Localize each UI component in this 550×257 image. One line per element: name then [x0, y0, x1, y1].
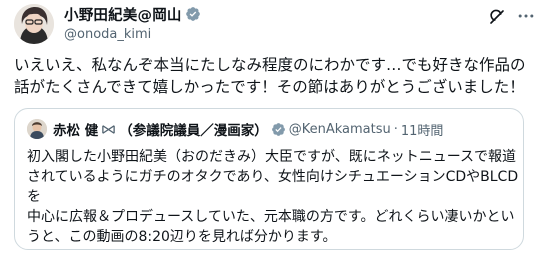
- quoted-separator: ·: [393, 121, 398, 137]
- author-avatar[interactable]: [14, 4, 54, 44]
- grok-icon[interactable]: [488, 8, 506, 26]
- author-names: 小野田紀美@岡山 @onoda_kimi: [64, 5, 201, 42]
- quoted-author-affiliation[interactable]: （参議院議員／漫画家）: [119, 119, 268, 139]
- author-display-name[interactable]: 小野田紀美@岡山: [64, 4, 182, 25]
- author-handle[interactable]: @onoda_kimi: [64, 27, 201, 42]
- verified-badge-icon: [185, 7, 200, 21]
- display-name-row: 小野田紀美@岡山: [64, 4, 201, 25]
- quoted-author-display-name[interactable]: 赤松 健: [53, 119, 98, 139]
- post-header: 小野田紀美@岡山 @onoda_kimi: [14, 4, 536, 44]
- verified-badge-icon: [271, 122, 285, 136]
- government-badge-icon: [102, 124, 115, 134]
- quoted-post[interactable]: 赤松 健 （参議院議員／漫画家） @KenAkamatsu · 11時間 初入閣…: [14, 108, 524, 250]
- post: 小野田紀美@岡山 @onoda_kimi いえいえ、私なんぞ本当にたしなみ程度の…: [0, 0, 550, 257]
- quoted-author-handle[interactable]: @KenAkamatsu: [289, 122, 391, 137]
- quoted-author-avatar[interactable]: [27, 119, 47, 139]
- more-options-icon[interactable]: [516, 6, 536, 26]
- quoted-post-text: 初入閣した小野田紀美（おのだきみ）大臣ですが、既にネットニュースで報道 されてい…: [27, 149, 519, 245]
- post-text: いえいえ、私なんぞ本当にたしなみ程度のにわかです…でも好きな作品の 話がたくさん…: [14, 56, 526, 96]
- quoted-post-header: 赤松 健 （参議院議員／漫画家） @KenAkamatsu · 11時間: [27, 119, 443, 139]
- quoted-timestamp[interactable]: 11時間: [401, 120, 444, 139]
